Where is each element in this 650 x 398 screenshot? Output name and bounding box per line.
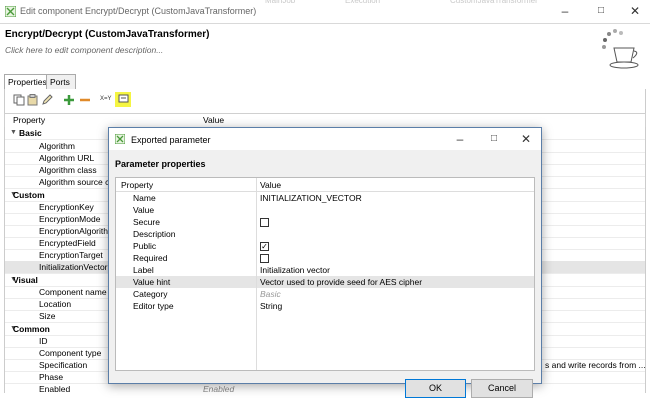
section-title: Parameter properties: [115, 159, 206, 169]
background-fragment: CustomJavaTransformer: [450, 0, 540, 4]
param-value[interactable]: INITIALIZATION_VECTOR: [260, 192, 362, 204]
component-description[interactable]: Click here to edit component description…: [5, 45, 163, 55]
col-property: Property: [121, 180, 154, 190]
dialog-body: Parameter properties Property Value Name…: [109, 150, 541, 398]
param-row-editor-type[interactable]: Editor type String: [116, 300, 534, 312]
app-icon: [5, 6, 16, 17]
param-row-public[interactable]: Public ✓: [116, 240, 534, 252]
enabled-value: Enabled: [203, 384, 235, 393]
background-fragment: Execution: [345, 0, 395, 4]
exported-parameter-dialog: Exported parameter – □ ✕ Parameter prope…: [108, 127, 542, 398]
col-value: Value: [260, 180, 282, 190]
component-header: Encrypt/Decrypt (CustomJavaTransformer) …: [0, 24, 650, 70]
tab-properties[interactable]: Properties: [4, 74, 49, 89]
param-row-description[interactable]: Description: [116, 228, 534, 240]
grid-col-value: Value: [203, 115, 225, 125]
paste-icon[interactable]: [27, 94, 39, 106]
expand-icon[interactable]: ▼: [10, 127, 17, 139]
add-icon[interactable]: [63, 94, 75, 106]
parameter-table: Property Value Name INITIALIZATION_VECTO…: [115, 177, 535, 371]
xml-icon[interactable]: X=Y: [100, 96, 112, 102]
parameter-table-header: Property Value: [116, 178, 534, 192]
specification-value: s and write records from ...: [545, 360, 646, 370]
background-fragment: MainJob: [265, 0, 325, 4]
required-checkbox[interactable]: [260, 254, 269, 263]
dialog-app-icon: [115, 134, 125, 144]
toolbar: X=Y: [4, 89, 646, 113]
window-title: Edit component Encrypt/Decrypt (CustomJa…: [20, 6, 257, 16]
main-window-titlebar: Edit component Encrypt/Decrypt (CustomJa…: [0, 0, 650, 24]
minimize-button[interactable]: –: [557, 4, 573, 18]
dialog-titlebar: Exported parameter – □ ✕: [109, 128, 541, 150]
dialog-close-button[interactable]: ✕: [518, 132, 534, 146]
coffee-cup-icon: [602, 29, 639, 69]
remove-icon[interactable]: [79, 94, 91, 106]
param-value[interactable]: Initialization vector: [260, 264, 330, 276]
grid-row[interactable]: Enabled Enabled: [5, 383, 645, 393]
secure-checkbox[interactable]: [260, 218, 269, 227]
dialog-title: Exported parameter: [131, 135, 211, 145]
param-row-required[interactable]: Required: [116, 252, 534, 264]
export-parameter-icon[interactable]: [115, 92, 131, 107]
edit-icon[interactable]: [41, 94, 53, 106]
param-row-category[interactable]: Category Basic: [116, 288, 534, 300]
param-row-secure[interactable]: Secure: [116, 216, 534, 228]
param-row-value[interactable]: Value: [116, 204, 534, 216]
ok-button[interactable]: OK: [405, 379, 466, 398]
component-title: Encrypt/Decrypt (CustomJavaTransformer): [5, 29, 210, 40]
param-row-value-hint[interactable]: Value hint Vector used to provide seed f…: [116, 276, 534, 288]
param-value[interactable]: Basic: [260, 288, 281, 300]
grid-header: Property Value: [4, 113, 646, 128]
public-checkbox[interactable]: ✓: [260, 242, 269, 251]
param-value[interactable]: Vector used to provide seed for AES ciph…: [260, 276, 422, 288]
cancel-button[interactable]: Cancel: [471, 379, 533, 398]
param-row-label[interactable]: Label Initialization vector: [116, 264, 534, 276]
param-value[interactable]: String: [260, 300, 282, 312]
column-divider: [256, 178, 257, 370]
close-button[interactable]: ✕: [627, 4, 643, 18]
maximize-button[interactable]: □: [593, 4, 609, 18]
copy-icon[interactable]: [13, 94, 25, 106]
dialog-minimize-button[interactable]: –: [452, 132, 468, 146]
dialog-maximize-button[interactable]: □: [486, 132, 502, 146]
param-row-name[interactable]: Name INITIALIZATION_VECTOR: [116, 192, 534, 204]
grid-col-property: Property: [13, 115, 46, 125]
tab-ports[interactable]: Ports: [46, 74, 76, 89]
